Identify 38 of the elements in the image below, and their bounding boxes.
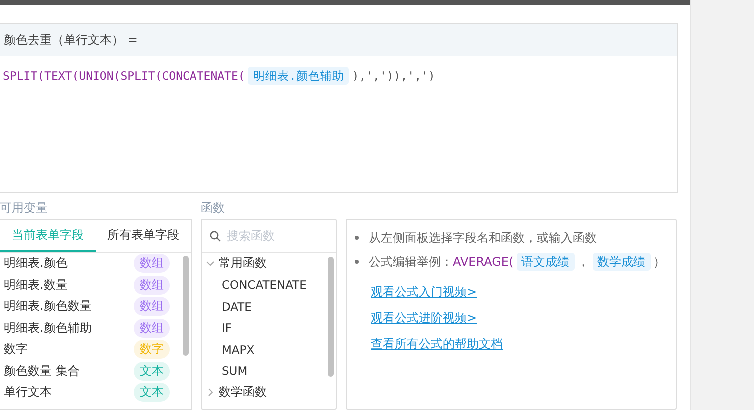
- help-text: 公式编辑举例：AVERAGE( 语文成绩 ， 数学成绩 ）: [369, 254, 666, 270]
- help-link[interactable]: 观看公式进阶视频>: [371, 310, 478, 327]
- field-name[interactable]: 明细表.颜色数量: [4, 298, 92, 316]
- function-item[interactable]: MAPX: [222, 342, 255, 357]
- bullet-icon: [355, 260, 359, 264]
- field-name[interactable]: 明细表.数量: [4, 276, 68, 294]
- chevron-right-icon[interactable]: [206, 388, 215, 398]
- section-label: 函数: [201, 200, 226, 216]
- function-item[interactable]: SUM: [222, 364, 248, 378]
- help-link[interactable]: 查看所有公式的帮助文档: [371, 336, 503, 353]
- type-badge: 数组: [134, 276, 170, 295]
- field-name[interactable]: 单行文本: [4, 384, 52, 402]
- formula-title: 颜色去重（单行文本） =: [4, 32, 138, 48]
- type-badge: 数组: [134, 318, 170, 338]
- function-group[interactable]: 常用函数: [219, 255, 267, 272]
- scrollbar[interactable]: [328, 257, 334, 377]
- type-badge: 数组: [134, 254, 170, 274]
- type-badge: 文本: [134, 383, 170, 402]
- tab[interactable]: 所有表单字段: [96, 220, 191, 252]
- function-item[interactable]: DATE: [222, 300, 252, 314]
- help-link[interactable]: 观看公式入门视频>: [371, 284, 478, 301]
- function-item[interactable]: CONCATENATE: [222, 278, 307, 292]
- help-text: 从左侧面板选择字段名和函数，或输入函数: [369, 230, 597, 246]
- function-item[interactable]: IF: [222, 321, 232, 336]
- formula-input[interactable]: SPLIT(TEXT(UNION(SPLIT(CONCATENATE( 明细表.颜色辅助 ),',')),','): [0, 56, 677, 97]
- chevron-down-icon[interactable]: [206, 259, 215, 268]
- type-badge: 数字: [134, 340, 170, 360]
- function-group[interactable]: 数学函数: [219, 384, 267, 402]
- type-badge: 数组: [134, 297, 170, 316]
- field-name[interactable]: 数字: [4, 341, 28, 358]
- field-name[interactable]: 明细表.颜色: [4, 255, 68, 272]
- field-name[interactable]: 明细表.颜色辅助: [4, 320, 92, 337]
- search-icon: [210, 230, 221, 242]
- type-badge: 文本: [134, 362, 170, 381]
- bullet-icon: [355, 236, 359, 240]
- section-label: 可用变量: [0, 200, 49, 216]
- scrollbar[interactable]: [183, 256, 189, 356]
- field-name[interactable]: 颜色数量 集合: [4, 362, 80, 380]
